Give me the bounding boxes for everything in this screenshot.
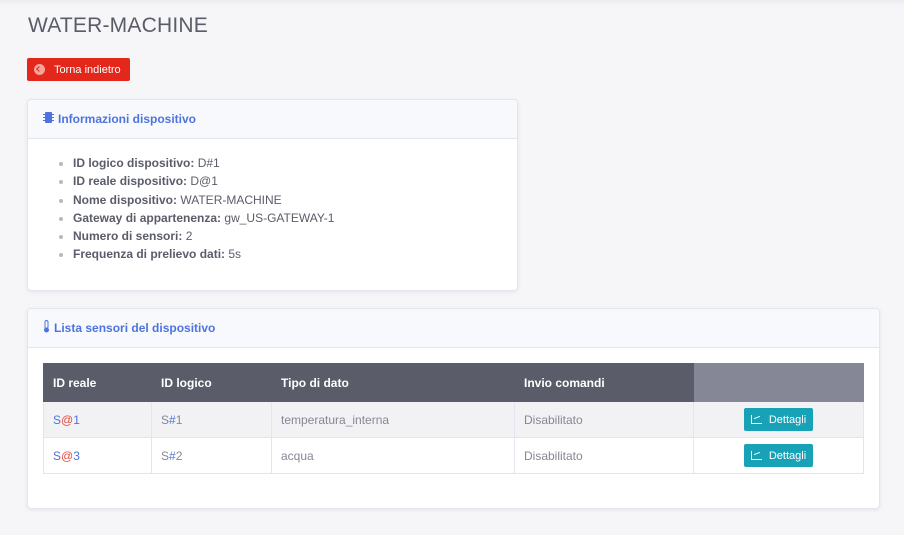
device-info-header: Informazioni dispositivo bbox=[28, 100, 517, 139]
table-row: S@1 S#1 temperatura_interna Disabilitato… bbox=[43, 401, 864, 438]
info-item-name: Nome dispositivo: WATER-MACHINE bbox=[73, 191, 517, 209]
info-item-frequency: Frequenza di prelievo dati: 5s bbox=[73, 245, 517, 263]
cell-tipo: temperatura_interna bbox=[271, 401, 515, 438]
circle-left-icon bbox=[34, 64, 45, 75]
back-button[interactable]: Torna indietro bbox=[27, 58, 130, 81]
sensors-card: Lista sensori del dispositivo ID reale I… bbox=[27, 308, 880, 509]
col-id-reale: ID reale bbox=[43, 363, 152, 402]
info-item-real-id: ID reale dispositivo: D@1 bbox=[73, 172, 517, 190]
top-bar-shadow bbox=[0, 0, 904, 6]
info-item-sensor-count: Numero di sensori: 2 bbox=[73, 227, 517, 245]
col-actions bbox=[693, 363, 864, 402]
cell-id-logico: S#1 bbox=[151, 401, 272, 438]
back-button-label: Torna indietro bbox=[54, 63, 121, 76]
cell-invio: Disabilitato bbox=[514, 437, 694, 474]
sensors-title: Lista sensori del dispositivo bbox=[54, 321, 216, 335]
info-item-gateway: Gateway di appartenenza: gw_US-GATEWAY-1 bbox=[73, 209, 517, 227]
sensors-header: Lista sensori del dispositivo bbox=[28, 309, 879, 348]
cell-invio: Disabilitato bbox=[514, 401, 694, 438]
info-item-logical-id: ID logico dispositivo: D#1 bbox=[73, 154, 517, 172]
cell-tipo: acqua bbox=[271, 437, 515, 474]
thermometer-icon bbox=[43, 320, 50, 336]
cell-actions: Dettagli bbox=[693, 437, 864, 474]
col-id-logico: ID logico bbox=[151, 363, 272, 402]
chart-area-icon bbox=[750, 451, 762, 460]
cell-id-logico: S#2 bbox=[151, 437, 272, 474]
col-invio: Invio comandi bbox=[514, 363, 694, 402]
cell-id-reale: S@1 bbox=[43, 401, 152, 438]
device-info-list: ID logico dispositivo: D#1 ID reale disp… bbox=[28, 139, 517, 264]
table-header-row: ID reale ID logico Tipo di dato Invio co… bbox=[43, 363, 864, 402]
microchip-icon bbox=[43, 111, 54, 127]
table-row: S@3 S#2 acqua Disabilitato Dettagli bbox=[43, 437, 864, 474]
details-button[interactable]: Dettagli bbox=[743, 444, 814, 467]
sensors-table: ID reale ID logico Tipo di dato Invio co… bbox=[43, 363, 864, 474]
chart-area-icon bbox=[750, 415, 762, 424]
device-info-title: Informazioni dispositivo bbox=[58, 112, 197, 126]
cell-id-reale: S@3 bbox=[43, 437, 152, 474]
page-title: WATER-MACHINE bbox=[28, 14, 208, 37]
col-tipo: Tipo di dato bbox=[271, 363, 515, 402]
details-button[interactable]: Dettagli bbox=[743, 408, 814, 431]
cell-actions: Dettagli bbox=[693, 401, 864, 438]
device-info-card: Informazioni dispositivo ID logico dispo… bbox=[27, 99, 518, 291]
